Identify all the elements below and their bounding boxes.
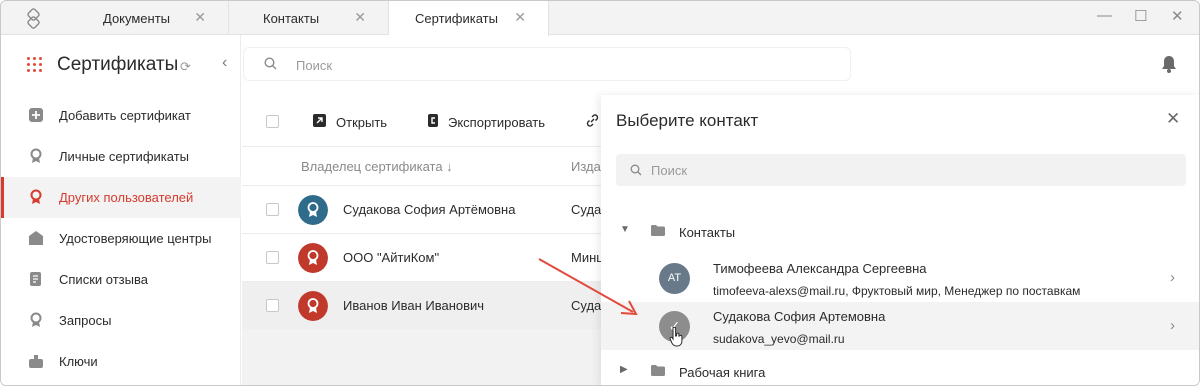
tab-label: Контакты bbox=[263, 11, 320, 26]
hand-cursor-icon bbox=[669, 327, 683, 347]
tab-contacts[interactable]: Контакты ✕ bbox=[229, 1, 389, 35]
search-icon bbox=[264, 57, 277, 70]
sidebar-item-label: Добавить сертификат bbox=[59, 108, 191, 123]
column-owner-label: Владелец сертификата bbox=[301, 159, 443, 174]
certificate-avatar-icon bbox=[298, 195, 328, 225]
key-icon bbox=[29, 355, 43, 368]
sidebar-item-label: Удостоверяющие центры bbox=[59, 231, 212, 246]
owner-name: ООО "АйтиКом" bbox=[343, 250, 440, 265]
contact-search-input[interactable]: Поиск bbox=[616, 154, 1186, 186]
contact-avatar: АТ bbox=[659, 263, 690, 294]
owner-name: Судакова София Артёмовна bbox=[343, 202, 516, 217]
table-header: Владелец сертификата ↓ Изда bbox=[242, 147, 601, 185]
sidebar-item-other-users[interactable]: Других пользователей bbox=[1, 177, 241, 218]
search-input[interactable]: Поиск bbox=[243, 47, 851, 81]
close-icon[interactable]: ✕ bbox=[194, 9, 206, 26]
contact-item[interactable]: АТ Тимофеева Александра Сергеевна timofe… bbox=[601, 254, 1199, 302]
panel-title: Выберите контакт bbox=[616, 111, 759, 130]
sidebar: Сертификаты ⟳ ‹ Добавить сертификат Личн… bbox=[1, 35, 241, 385]
contact-picker-panel: Выберите контакт ✕ Поиск ▼ Контакты АТ Т… bbox=[601, 95, 1199, 385]
app-logo-icon bbox=[27, 8, 40, 29]
sidebar-item-requests[interactable]: Запросы bbox=[1, 300, 241, 341]
sidebar-item-add-certificate[interactable]: Добавить сертификат bbox=[1, 95, 241, 136]
tab-label: Документы bbox=[103, 11, 171, 26]
column-owner[interactable]: Владелец сертификата ↓ bbox=[301, 159, 453, 174]
sort-down-icon: ↓ bbox=[446, 159, 453, 174]
sidebar-item-revocation-lists[interactable]: Списки отзыва bbox=[1, 259, 241, 300]
sidebar-item-label: Личные сертификаты bbox=[59, 149, 189, 164]
badge-icon bbox=[30, 312, 42, 327]
apps-grid-icon[interactable] bbox=[27, 57, 42, 72]
group-label: Контакты bbox=[679, 225, 736, 240]
folder-icon bbox=[651, 225, 665, 236]
group-workbook[interactable]: ▶ Рабочая книга bbox=[601, 357, 1199, 385]
certificate-avatar-icon bbox=[298, 243, 328, 273]
maximize-button[interactable]: ☐ bbox=[1134, 7, 1147, 25]
tab-certificates[interactable]: Сертификаты ✕ bbox=[389, 1, 549, 36]
sidebar-item-certification-authorities[interactable]: Удостоверяющие центры bbox=[1, 218, 241, 259]
row-checkbox[interactable] bbox=[266, 299, 279, 312]
close-icon[interactable]: ✕ bbox=[354, 9, 366, 26]
contact-item[interactable]: ✓ Судакова София Артемовна sudakova_yevo… bbox=[601, 302, 1199, 350]
collapse-sidebar-icon[interactable]: ‹ bbox=[222, 54, 227, 72]
certificate-list: Открыть Экспортировать Владелец сертифик… bbox=[242, 95, 601, 385]
chevron-right-icon: › bbox=[1170, 317, 1175, 334]
sidebar-header: Сертификаты ⟳ ‹ bbox=[1, 35, 241, 93]
section-title: Сертификаты bbox=[57, 54, 179, 75]
search-placeholder: Поиск bbox=[651, 163, 688, 178]
bell-icon[interactable] bbox=[1161, 55, 1177, 73]
open-icon bbox=[313, 114, 326, 127]
chevron-right-icon: › bbox=[1170, 269, 1175, 286]
sidebar-item-label: Списки отзыва bbox=[59, 272, 148, 287]
minimize-button[interactable]: — bbox=[1097, 7, 1112, 24]
row-checkbox[interactable] bbox=[266, 203, 279, 216]
caret-down-icon: ▼ bbox=[620, 224, 630, 235]
contact-name: Судакова София Артемовна bbox=[713, 309, 886, 324]
badge-icon bbox=[30, 189, 42, 204]
search-placeholder: Поиск bbox=[296, 58, 333, 73]
toolbar: Открыть Экспортировать bbox=[242, 95, 601, 147]
search-icon bbox=[630, 164, 642, 176]
table-row[interactable]: Судакова София Артёмовна Суда bbox=[242, 185, 601, 233]
sidebar-item-keys[interactable]: Ключи bbox=[1, 341, 241, 382]
badge-icon bbox=[30, 148, 42, 163]
close-icon[interactable]: ✕ bbox=[1166, 109, 1180, 129]
contact-details: timofeeva-alexs@mail.ru, Фруктовый мир, … bbox=[713, 284, 1081, 298]
open-button[interactable]: Открыть bbox=[336, 115, 387, 130]
folder-icon bbox=[651, 365, 665, 376]
sidebar-item-label: Других пользователей bbox=[59, 190, 194, 205]
contact-details: sudakova_yevo@mail.ru bbox=[713, 332, 845, 346]
app-window: Документы ✕ Контакты ✕ Сертификаты ✕ — ☐… bbox=[0, 0, 1200, 386]
window-close-button[interactable]: ✕ bbox=[1171, 7, 1184, 25]
owner-name: Иванов Иван Иванович bbox=[343, 298, 485, 313]
group-contacts[interactable]: ▼ Контакты bbox=[601, 217, 1199, 247]
close-icon[interactable]: ✕ bbox=[514, 9, 526, 26]
row-checkbox[interactable] bbox=[266, 251, 279, 264]
annotation-arrow-icon bbox=[538, 258, 638, 316]
certificate-avatar-icon bbox=[298, 291, 328, 321]
sidebar-item-label: Ключи bbox=[59, 354, 98, 369]
column-issuer[interactable]: Изда bbox=[571, 159, 601, 174]
select-all-checkbox[interactable] bbox=[266, 115, 279, 128]
caret-right-icon: ▶ bbox=[620, 364, 628, 375]
sidebar-item-label: Запросы bbox=[59, 313, 112, 328]
group-label: Рабочая книга bbox=[679, 365, 766, 380]
sidebar-item-personal-certificates[interactable]: Личные сертификаты bbox=[1, 136, 241, 177]
title-bar: Документы ✕ Контакты ✕ Сертификаты ✕ — ☐… bbox=[1, 1, 1199, 36]
contact-name: Тимофеева Александра Сергеевна bbox=[713, 261, 927, 276]
list-icon bbox=[30, 272, 41, 286]
bank-icon bbox=[29, 231, 43, 245]
tab-label: Сертификаты bbox=[415, 11, 498, 26]
add-icon bbox=[29, 108, 43, 122]
tab-documents[interactable]: Документы ✕ bbox=[69, 1, 229, 35]
issuer-name: Суда bbox=[571, 202, 601, 217]
link-icon[interactable] bbox=[586, 114, 599, 127]
sync-icon[interactable]: ⟳ bbox=[180, 59, 191, 75]
export-button[interactable]: Экспортировать bbox=[448, 115, 545, 130]
export-icon bbox=[428, 114, 438, 127]
